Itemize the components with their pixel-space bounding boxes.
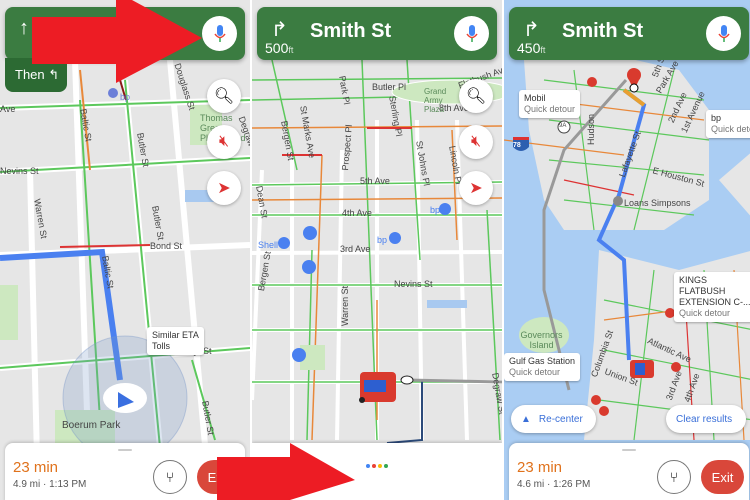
red-arrow-icon: [32, 0, 202, 83]
red-arrow-icon: [217, 443, 355, 500]
annotation-overlay: [32, 0, 355, 500]
